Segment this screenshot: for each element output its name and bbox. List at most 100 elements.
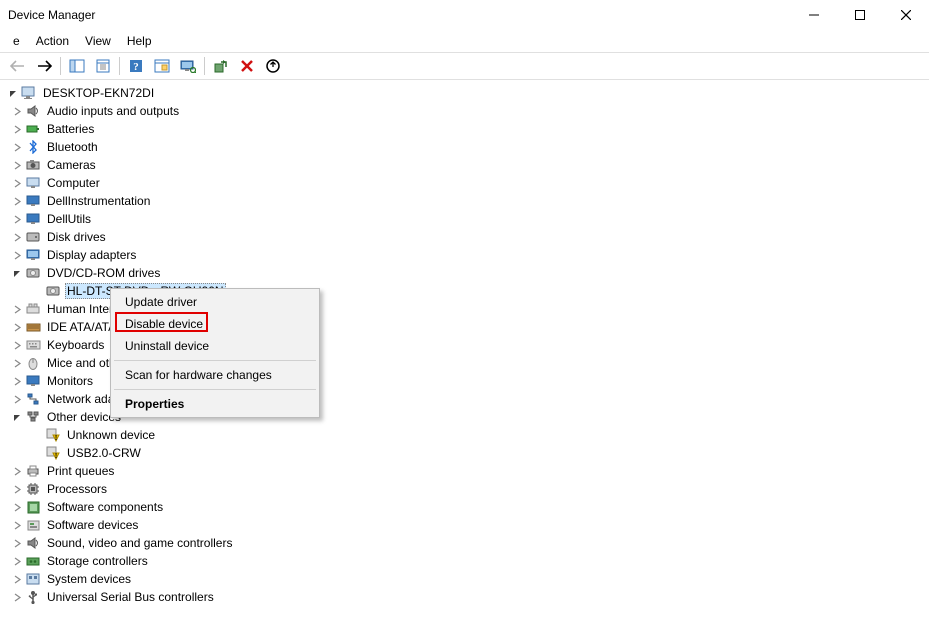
chevron-right-icon[interactable]	[10, 248, 24, 262]
warning-device-icon: !	[44, 445, 62, 461]
bluetooth-icon	[24, 139, 42, 155]
tree-item-diskdrives[interactable]: Disk drives	[4, 228, 927, 246]
context-scan-hardware[interactable]: Scan for hardware changes	[113, 364, 317, 386]
chevron-right-icon[interactable]	[10, 554, 24, 568]
tree-root-label: DESKTOP-EKN72DI	[41, 86, 156, 100]
tree-root[interactable]: DESKTOP-EKN72DI	[4, 84, 927, 102]
monitor-icon	[24, 211, 42, 227]
chevron-right-icon[interactable]	[10, 500, 24, 514]
properties-button[interactable]	[91, 55, 115, 77]
tree-item-processors[interactable]: Processors	[4, 480, 927, 498]
chevron-right-icon[interactable]	[10, 518, 24, 532]
scan-hardware-button[interactable]	[176, 55, 200, 77]
tree-item-computer[interactable]: Computer	[4, 174, 927, 192]
chevron-right-icon[interactable]	[10, 194, 24, 208]
show-hide-console-tree-button[interactable]	[65, 55, 89, 77]
display-adapter-icon	[24, 247, 42, 263]
tree-leaf-usb2-crw[interactable]: ! USB2.0-CRW	[4, 444, 927, 462]
menu-help[interactable]: Help	[119, 31, 160, 51]
context-uninstall-device[interactable]: Uninstall device	[113, 335, 317, 357]
chevron-down-icon[interactable]	[10, 266, 24, 280]
window-title: Device Manager	[8, 8, 95, 22]
chevron-none	[30, 446, 44, 460]
action-button[interactable]	[150, 55, 174, 77]
back-button[interactable]	[6, 55, 30, 77]
chevron-right-icon[interactable]	[10, 356, 24, 370]
tree-item-bluetooth[interactable]: Bluetooth	[4, 138, 927, 156]
camera-icon	[24, 157, 42, 173]
chevron-right-icon[interactable]	[10, 338, 24, 352]
tree-label: Universal Serial Bus controllers	[45, 590, 216, 604]
chevron-right-icon[interactable]	[10, 176, 24, 190]
chevron-right-icon[interactable]	[10, 590, 24, 604]
close-button[interactable]	[883, 0, 929, 30]
tree-label: DellUtils	[45, 212, 93, 226]
menu-file-truncated[interactable]: e	[5, 31, 28, 51]
tree-label: Sound, video and game controllers	[45, 536, 234, 550]
tree-label: Monitors	[45, 374, 95, 388]
menu-action[interactable]: Action	[28, 31, 77, 51]
tree-item-swcomponents[interactable]: Software components	[4, 498, 927, 516]
tree-item-dellinstrumentation[interactable]: DellInstrumentation	[4, 192, 927, 210]
tree-item-printqueues[interactable]: Print queues	[4, 462, 927, 480]
tree-leaf-unknown-device[interactable]: ! Unknown device	[4, 426, 927, 444]
context-properties[interactable]: Properties	[113, 393, 317, 415]
tree-item-cameras[interactable]: Cameras	[4, 156, 927, 174]
tree-item-usb[interactable]: Universal Serial Bus controllers	[4, 588, 927, 606]
enable-device-button[interactable]	[209, 55, 233, 77]
tree-item-swdevices[interactable]: Software devices	[4, 516, 927, 534]
properties-icon	[96, 59, 110, 73]
tree-item-batteries[interactable]: Batteries	[4, 120, 927, 138]
chevron-right-icon[interactable]	[10, 302, 24, 316]
back-arrow-icon	[10, 60, 26, 72]
tree-item-dellutils[interactable]: DellUtils	[4, 210, 927, 228]
chevron-right-icon[interactable]	[10, 230, 24, 244]
context-disable-device[interactable]: Disable device	[113, 313, 317, 335]
dvd-drive-icon	[44, 283, 62, 299]
tree-label: DVD/CD-ROM drives	[45, 266, 162, 280]
chevron-down-icon[interactable]	[6, 86, 20, 100]
disable-device-button[interactable]	[235, 55, 259, 77]
tree-label: Display adapters	[45, 248, 138, 262]
svg-text:?: ?	[133, 61, 139, 73]
toolbar-separator	[60, 57, 61, 75]
storage-controller-icon	[24, 553, 42, 569]
mouse-icon	[24, 355, 42, 371]
chevron-right-icon[interactable]	[10, 464, 24, 478]
chevron-right-icon[interactable]	[10, 572, 24, 586]
forward-button[interactable]	[32, 55, 56, 77]
chevron-right-icon[interactable]	[10, 212, 24, 226]
help-button[interactable]: ?	[124, 55, 148, 77]
chevron-down-icon[interactable]	[10, 410, 24, 424]
tree-label: Software devices	[45, 518, 140, 532]
chevron-right-icon[interactable]	[10, 374, 24, 388]
tree-item-audio[interactable]: Audio inputs and outputs	[4, 102, 927, 120]
update-driver-button[interactable]	[261, 55, 285, 77]
maximize-button[interactable]	[837, 0, 883, 30]
monitor-icon	[24, 193, 42, 209]
toolbar-separator	[204, 57, 205, 75]
tree-item-dvd[interactable]: DVD/CD-ROM drives	[4, 264, 927, 282]
tree-label: Bluetooth	[45, 140, 100, 154]
context-update-driver[interactable]: Update driver	[113, 291, 317, 313]
chevron-right-icon[interactable]	[10, 392, 24, 406]
tree-item-soundvideo[interactable]: Sound, video and game controllers	[4, 534, 927, 552]
tree-label: Disk drives	[45, 230, 108, 244]
chevron-right-icon[interactable]	[10, 158, 24, 172]
tree-item-display[interactable]: Display adapters	[4, 246, 927, 264]
chevron-right-icon[interactable]	[10, 320, 24, 334]
computer-icon	[24, 175, 42, 191]
chevron-right-icon[interactable]	[10, 104, 24, 118]
hid-icon	[24, 301, 42, 317]
window-controls	[791, 0, 929, 30]
chevron-right-icon[interactable]	[10, 140, 24, 154]
tree-item-system[interactable]: System devices	[4, 570, 927, 588]
context-separator	[114, 389, 316, 390]
minimize-button[interactable]	[791, 0, 837, 30]
chevron-right-icon[interactable]	[10, 482, 24, 496]
tree-label: System devices	[45, 572, 133, 586]
chevron-right-icon[interactable]	[10, 536, 24, 550]
menu-view[interactable]: View	[77, 31, 119, 51]
chevron-right-icon[interactable]	[10, 122, 24, 136]
tree-item-storage[interactable]: Storage controllers	[4, 552, 927, 570]
